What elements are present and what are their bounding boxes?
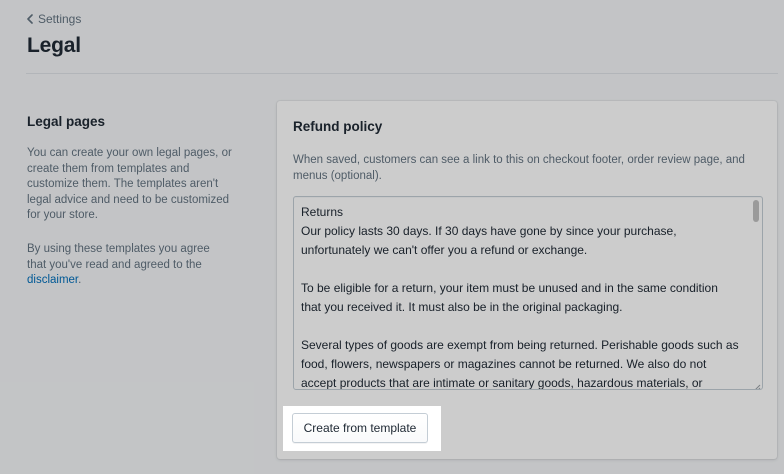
section-agreement: By using these templates you agree that … (27, 242, 232, 289)
card-help-text: When saved, customers can see a link to … (293, 154, 745, 182)
agreement-text: By using these templates you agree that … (27, 243, 210, 271)
policy-heading: Returns (301, 205, 344, 219)
textarea-content: Returns Our policy lasts 30 days. If 30 … (301, 203, 741, 390)
button-spotlight: Create from template (283, 406, 441, 451)
policy-paragraph: Several types of goods are exempt from b… (301, 338, 739, 390)
chevron-left-icon (26, 14, 34, 24)
scrollbar-thumb[interactable] (753, 200, 759, 222)
textarea-scrollbar[interactable] (751, 198, 761, 386)
agreement-end: . (78, 274, 82, 287)
policy-paragraph: Our policy lasts 30 days. If 30 days hav… (301, 224, 677, 257)
breadcrumb-settings[interactable]: Settings (26, 12, 81, 26)
policy-paragraph: To be eligible for a return, your item m… (301, 281, 718, 314)
refund-policy-textarea[interactable]: Returns Our policy lasts 30 days. If 30 … (293, 196, 763, 390)
resize-handle-icon[interactable] (752, 379, 761, 389)
section-title: Legal pages (27, 114, 106, 129)
create-from-template-button[interactable]: Create from template (292, 413, 428, 443)
card-title: Refund policy (293, 119, 383, 134)
page-title: Legal (27, 34, 81, 57)
header-divider (26, 73, 778, 74)
breadcrumb-label[interactable]: Settings (38, 12, 81, 26)
disclaimer-link[interactable]: disclaimer (27, 274, 78, 286)
section-description: You can create your own legal pages, or … (27, 147, 232, 222)
